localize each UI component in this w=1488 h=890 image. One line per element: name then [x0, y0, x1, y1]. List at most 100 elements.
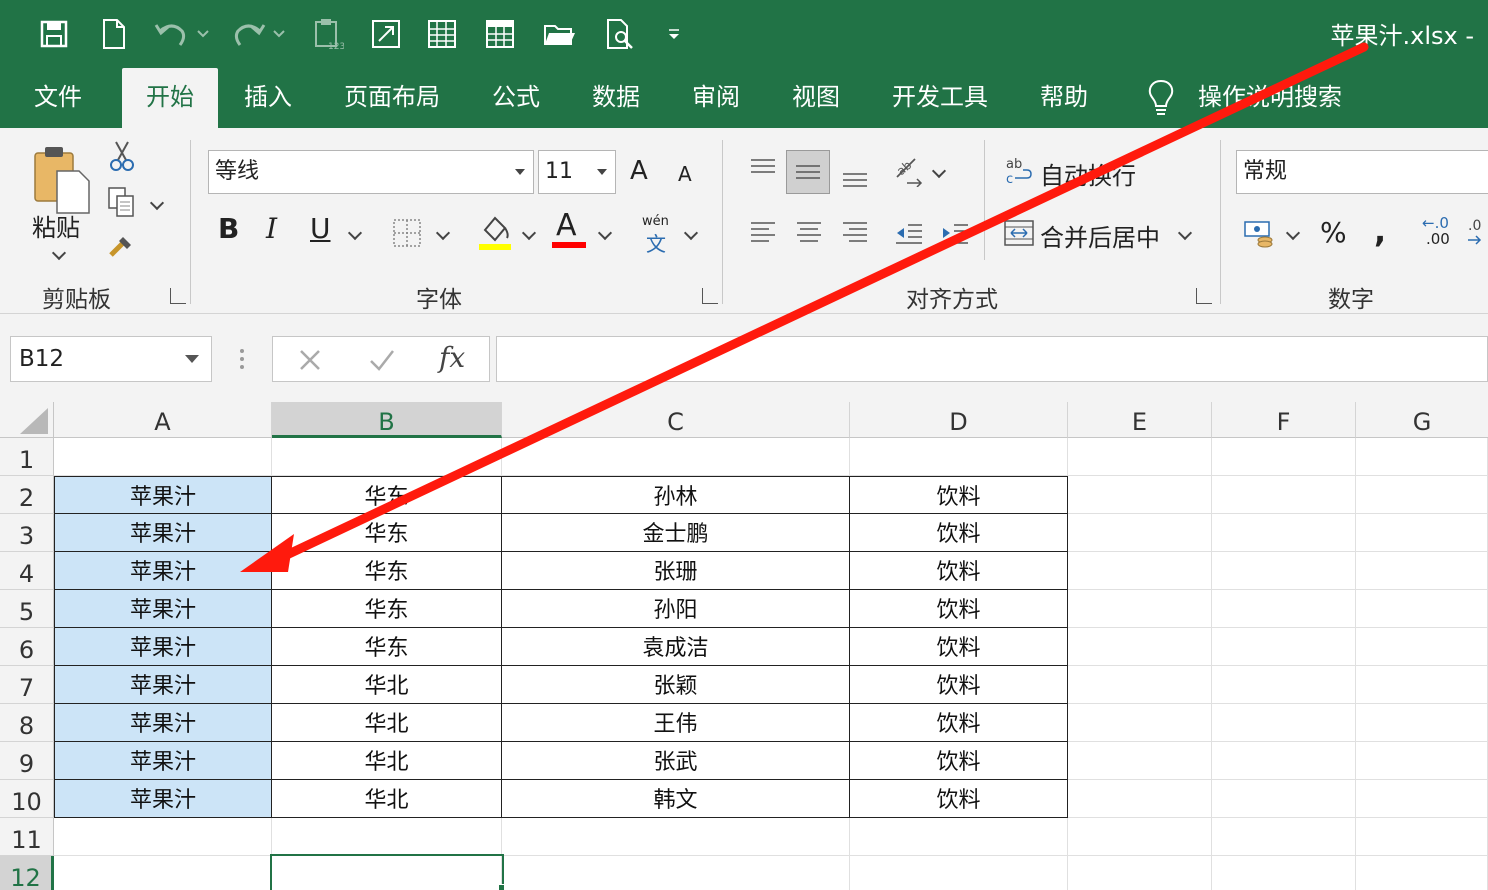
paste-label[interactable]: 粘贴 [32, 208, 80, 243]
table-cell[interactable]: 孙林 [502, 476, 850, 514]
empty-cell[interactable] [1068, 742, 1212, 780]
copy-icon[interactable] [106, 186, 138, 218]
increase-indent-icon[interactable] [938, 216, 972, 250]
empty-cell[interactable] [1356, 780, 1488, 818]
empty-cell[interactable] [1356, 666, 1488, 704]
empty-cell[interactable] [1356, 476, 1488, 514]
empty-cell[interactable] [1068, 476, 1212, 514]
tell-me-search[interactable]: 操作说明搜索 [1198, 68, 1342, 128]
row-header-3[interactable]: 3 [0, 514, 54, 552]
empty-cell[interactable] [1212, 590, 1356, 628]
fill-handle[interactable] [498, 884, 505, 890]
tab-view[interactable]: 视图 [792, 68, 840, 128]
empty-cell[interactable] [502, 818, 850, 856]
lightbulb-icon[interactable] [1146, 68, 1182, 128]
empty-cell[interactable] [850, 438, 1068, 476]
tab-review[interactable]: 审阅 [692, 68, 740, 128]
empty-cell[interactable] [1212, 476, 1356, 514]
empty-cell[interactable] [1212, 780, 1356, 818]
table-cell[interactable]: 金士鹏 [502, 514, 850, 552]
empty-cell[interactable] [1212, 742, 1356, 780]
cancel-icon[interactable] [295, 345, 325, 379]
merge-center-icon[interactable] [1002, 216, 1036, 250]
empty-cell[interactable] [1068, 704, 1212, 742]
align-left-icon[interactable] [746, 216, 780, 250]
insert-function-button[interactable]: fx [439, 341, 465, 374]
table-cell[interactable]: 苹果汁 [54, 742, 272, 780]
empty-cell[interactable] [1356, 704, 1488, 742]
empty-cell[interactable] [1356, 818, 1488, 856]
table-cell[interactable]: 饮料 [850, 742, 1068, 780]
table-cell[interactable]: 华东 [272, 514, 502, 552]
table-cell[interactable]: 袁成洁 [502, 628, 850, 666]
row-header-6[interactable]: 6 [0, 628, 54, 666]
empty-cell[interactable] [502, 856, 850, 890]
tab-insert[interactable]: 插入 [244, 68, 292, 128]
table-cell[interactable]: 华东 [272, 628, 502, 666]
empty-cell[interactable] [1356, 856, 1488, 890]
wrap-text-label[interactable]: 自动换行 [1040, 156, 1136, 191]
font-size-combo[interactable]: 11 [538, 150, 616, 194]
empty-cell[interactable] [1356, 514, 1488, 552]
column-header-b[interactable]: B [272, 402, 502, 438]
column-header-a[interactable]: A [54, 402, 272, 438]
table-cell[interactable]: 华北 [272, 742, 502, 780]
accounting-dropdown-icon[interactable] [1285, 225, 1301, 241]
comma-style-button[interactable]: , [1374, 212, 1386, 250]
align-right-icon[interactable] [838, 216, 872, 250]
empty-cell[interactable] [54, 818, 272, 856]
active-cell-b12[interactable] [270, 854, 504, 890]
clipboard-launcher-icon[interactable] [170, 288, 186, 304]
empty-cell[interactable] [1068, 628, 1212, 666]
row-header-12[interactable]: 12 [0, 856, 54, 890]
tab-home[interactable]: 开始 [122, 68, 218, 128]
empty-cell[interactable] [1356, 438, 1488, 476]
column-header-d[interactable]: D [850, 402, 1068, 438]
percent-style-button[interactable]: % [1320, 216, 1347, 249]
empty-cell[interactable] [1212, 704, 1356, 742]
accounting-format-icon[interactable] [1242, 216, 1278, 250]
paste-dropdown-icon[interactable] [51, 245, 67, 261]
save-icon[interactable] [36, 14, 72, 54]
name-box[interactable]: B12 [10, 336, 212, 382]
orientation-icon[interactable]: ab [892, 154, 926, 188]
column-header-f[interactable]: F [1212, 402, 1356, 438]
table-cell[interactable]: 华北 [272, 780, 502, 818]
empty-cell[interactable] [1356, 590, 1488, 628]
table-cell[interactable]: 苹果汁 [54, 476, 272, 514]
wrap-text-icon[interactable]: ab c [1002, 154, 1036, 188]
table-cell[interactable]: 华北 [272, 704, 502, 742]
table-cell[interactable]: 饮料 [850, 476, 1068, 514]
tab-developer[interactable]: 开发工具 [892, 68, 988, 128]
customize-icon[interactable] [662, 14, 686, 54]
table-cell[interactable]: 孙阳 [502, 590, 850, 628]
align-center-icon[interactable] [792, 216, 826, 250]
select-all-button[interactable] [0, 402, 54, 438]
row-header-8[interactable]: 8 [0, 704, 54, 742]
empty-cell[interactable] [502, 438, 850, 476]
grow-font-button[interactable]: A [630, 156, 648, 186]
table-cell[interactable]: 苹果汁 [54, 628, 272, 666]
empty-cell[interactable] [272, 438, 502, 476]
decrease-indent-icon[interactable] [892, 216, 926, 250]
table-cell[interactable]: 饮料 [850, 628, 1068, 666]
tab-formulas[interactable]: 公式 [492, 68, 540, 128]
empty-cell[interactable] [1212, 438, 1356, 476]
empty-cell[interactable] [1068, 856, 1212, 890]
phonetic-top-label[interactable]: wén [642, 214, 669, 229]
empty-cell[interactable] [1068, 818, 1212, 856]
shrink-font-button[interactable]: A [678, 162, 692, 186]
empty-cell[interactable] [1212, 666, 1356, 704]
borders-icon[interactable] [390, 216, 424, 250]
empty-cell[interactable] [54, 438, 272, 476]
tab-data[interactable]: 数据 [592, 68, 640, 128]
row-header-11[interactable]: 11 [0, 818, 54, 856]
tab-page-layout[interactable]: 页面布局 [344, 68, 440, 128]
formula-input[interactable] [496, 336, 1488, 382]
phonetic-dropdown-icon[interactable] [683, 225, 699, 241]
print-preview-icon[interactable] [602, 14, 638, 54]
empty-cell[interactable] [1068, 514, 1212, 552]
freeze-icon[interactable] [368, 14, 404, 54]
font-launcher-icon[interactable] [702, 288, 718, 304]
empty-cell[interactable] [1212, 552, 1356, 590]
